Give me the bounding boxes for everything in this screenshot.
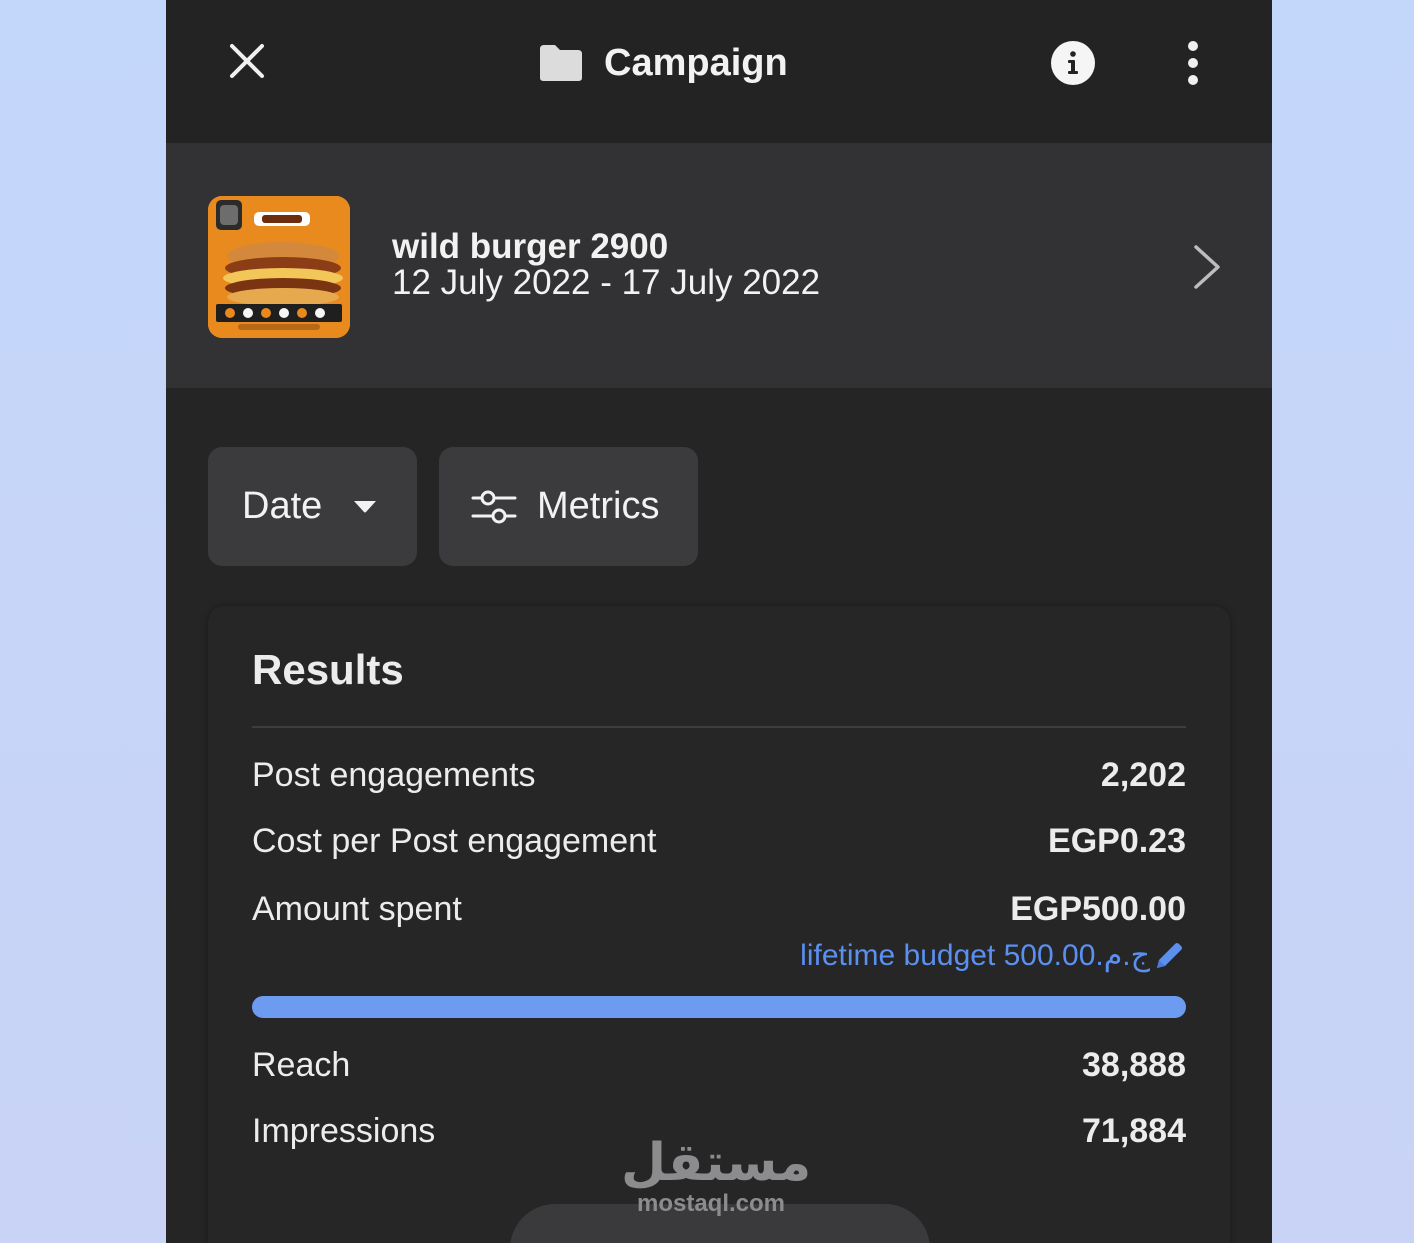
watermark-logo: مستقل mostaql.com (621, 1133, 812, 1217)
metrics-button[interactable]: Metrics (439, 447, 698, 566)
page-title: Campaign (604, 41, 788, 84)
metric-row-post-engagements: Post engagements 2,202 (252, 756, 1186, 800)
pencil-icon (1157, 942, 1182, 968)
metric-label: Cost per Post engagement (252, 822, 657, 860)
divider (252, 726, 1186, 728)
campaign-summary-row[interactable]: wild burger 2900 12 July 2022 - 17 July … (166, 143, 1272, 388)
metric-value: 38,888 (1082, 1046, 1186, 1084)
results-title: Results (252, 646, 404, 693)
close-icon[interactable] (226, 40, 268, 82)
edit-budget-link[interactable]: lifetime budget 500.00.ج.م (800, 938, 1186, 973)
metric-value: EGP500.00 (1010, 890, 1186, 928)
header-title-group: Campaign (538, 38, 788, 88)
metric-row-cost-per-engagement: Cost per Post engagement EGP0.23 (252, 822, 1186, 866)
metric-value: EGP0.23 (1048, 822, 1186, 860)
budget-progress-fill (252, 996, 1186, 1018)
campaign-dates: 12 July 2022 - 17 July 2022 (392, 263, 821, 302)
date-filter-label: Date (242, 485, 323, 527)
watermark-arabic: مستقل (621, 1133, 812, 1193)
info-icon[interactable] (1050, 40, 1096, 86)
metric-row-reach: Reach 38,888 (252, 1046, 1186, 1090)
date-filter-button[interactable]: Date (208, 447, 417, 566)
app-screen: Campaign wild burger 2900 12 July 2022 -… (166, 0, 1272, 1243)
metric-value: 2,202 (1100, 756, 1186, 794)
watermark-latin: mostaql.com (636, 1190, 786, 1217)
budget-text: lifetime budget 500.00.ج.م (800, 939, 1150, 972)
metric-label: Reach (252, 1046, 351, 1084)
top-app-bar: Campaign (166, 0, 1272, 143)
folder-icon (540, 45, 582, 81)
metric-label: Post engagements (252, 756, 536, 794)
metrics-label: Metrics (537, 485, 660, 527)
chevron-right-icon (1194, 245, 1220, 289)
metric-label: Impressions (252, 1112, 436, 1150)
campaign-name: wild burger 2900 (392, 227, 669, 266)
sliders-icon (471, 490, 517, 523)
metric-row-amount-spent: Amount spent EGP500.00 (252, 890, 1186, 934)
metric-label: Amount spent (252, 890, 462, 928)
caret-down-icon (354, 500, 377, 512)
more-vertical-icon[interactable] (1178, 40, 1208, 86)
metric-value: 71,884 (1082, 1112, 1186, 1150)
campaign-thumbnail (208, 196, 350, 338)
budget-progress-bar (252, 996, 1186, 1018)
